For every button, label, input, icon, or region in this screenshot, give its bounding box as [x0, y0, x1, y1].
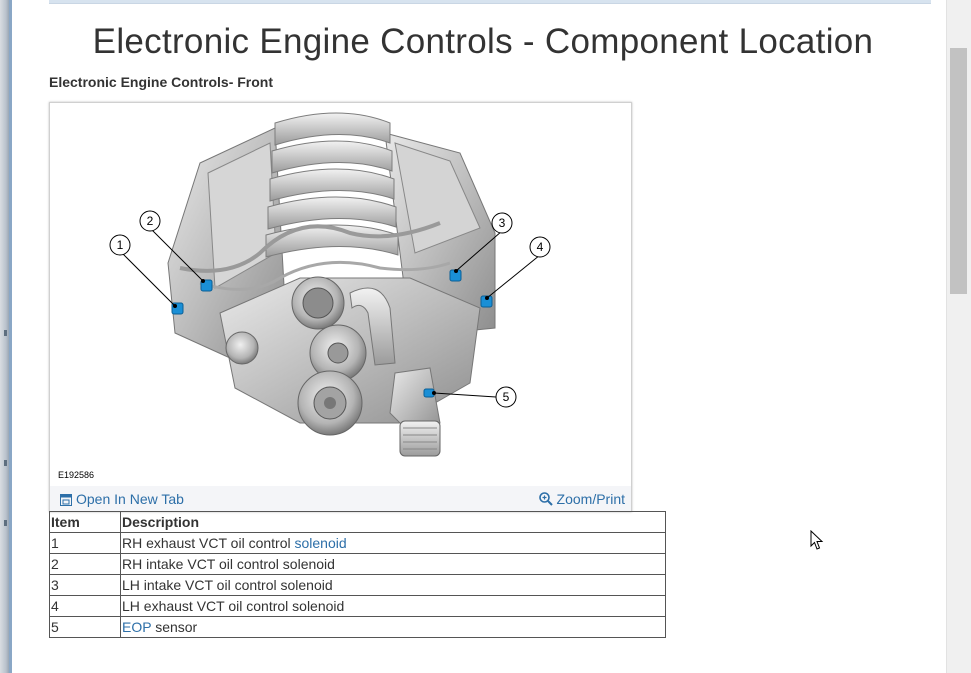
- callout-label: 5: [503, 390, 510, 404]
- zoom-icon: [538, 492, 553, 509]
- zoom-print-link[interactable]: Zoom/Print: [538, 491, 625, 509]
- item-number: 5: [49, 616, 121, 638]
- border-mark: [4, 460, 7, 466]
- description-text: sensor: [151, 619, 198, 635]
- column-header-description: Description: [120, 511, 666, 533]
- callout-label: 3: [499, 216, 506, 230]
- solenoid-link[interactable]: solenoid: [294, 535, 346, 551]
- table-row: 1 RH exhaust VCT oil control solenoid: [49, 532, 666, 554]
- open-new-tab-icon: [60, 493, 72, 509]
- item-number: 3: [49, 574, 121, 596]
- zoom-print-label: Zoom/Print: [556, 491, 625, 507]
- border-mark: [4, 520, 7, 526]
- page-title: Electronic Engine Controls - Component L…: [92, 22, 874, 61]
- mouse-cursor-icon: [810, 529, 824, 556]
- vertical-scrollbar[interactable]: [946, 0, 971, 673]
- engine-illustration: 1 2 3 4 5: [109, 112, 551, 457]
- callout-label: 2: [147, 214, 154, 228]
- eop-link[interactable]: EOP: [122, 619, 151, 635]
- callout-label: 1: [117, 238, 124, 252]
- border-mark: [4, 330, 7, 336]
- item-description: EOP sensor: [120, 616, 666, 638]
- callout-label: 4: [537, 240, 544, 254]
- item-number: 1: [49, 532, 121, 554]
- item-description: LH intake VCT oil control solenoid: [120, 574, 666, 596]
- window-border: [9, 0, 12, 673]
- component-figure: 1 2 3 4 5 E192586 Open In New Tab Zoom/P…: [49, 102, 632, 512]
- table-header-row: Item Description: [49, 511, 666, 533]
- column-header-item: Item: [49, 511, 121, 533]
- table-row: 4 LH exhaust VCT oil control solenoid: [49, 595, 666, 617]
- window-left-edge: [0, 0, 20, 673]
- section-subtitle: Electronic Engine Controls- Front: [49, 74, 274, 90]
- item-description: RH exhaust VCT oil control solenoid: [120, 532, 666, 554]
- item-number: 2: [49, 553, 121, 575]
- figure-id: E192586: [58, 470, 95, 480]
- top-divider: [49, 0, 931, 4]
- table-row: 2 RH intake VCT oil control solenoid: [49, 553, 666, 575]
- item-description: RH intake VCT oil control solenoid: [120, 553, 666, 575]
- open-new-tab-label: Open In New Tab: [76, 491, 184, 507]
- description-text: RH exhaust VCT oil control: [122, 535, 295, 551]
- open-new-tab-link[interactable]: Open In New Tab: [60, 491, 184, 509]
- table-row: 5 EOP sensor: [49, 616, 666, 638]
- item-number: 4: [49, 595, 121, 617]
- item-description: LH exhaust VCT oil control solenoid: [120, 595, 666, 617]
- table-row: 3 LH intake VCT oil control solenoid: [49, 574, 666, 596]
- component-table: Item Description 1 RH exhaust VCT oil co…: [49, 511, 666, 638]
- scrollbar-thumb[interactable]: [950, 48, 967, 294]
